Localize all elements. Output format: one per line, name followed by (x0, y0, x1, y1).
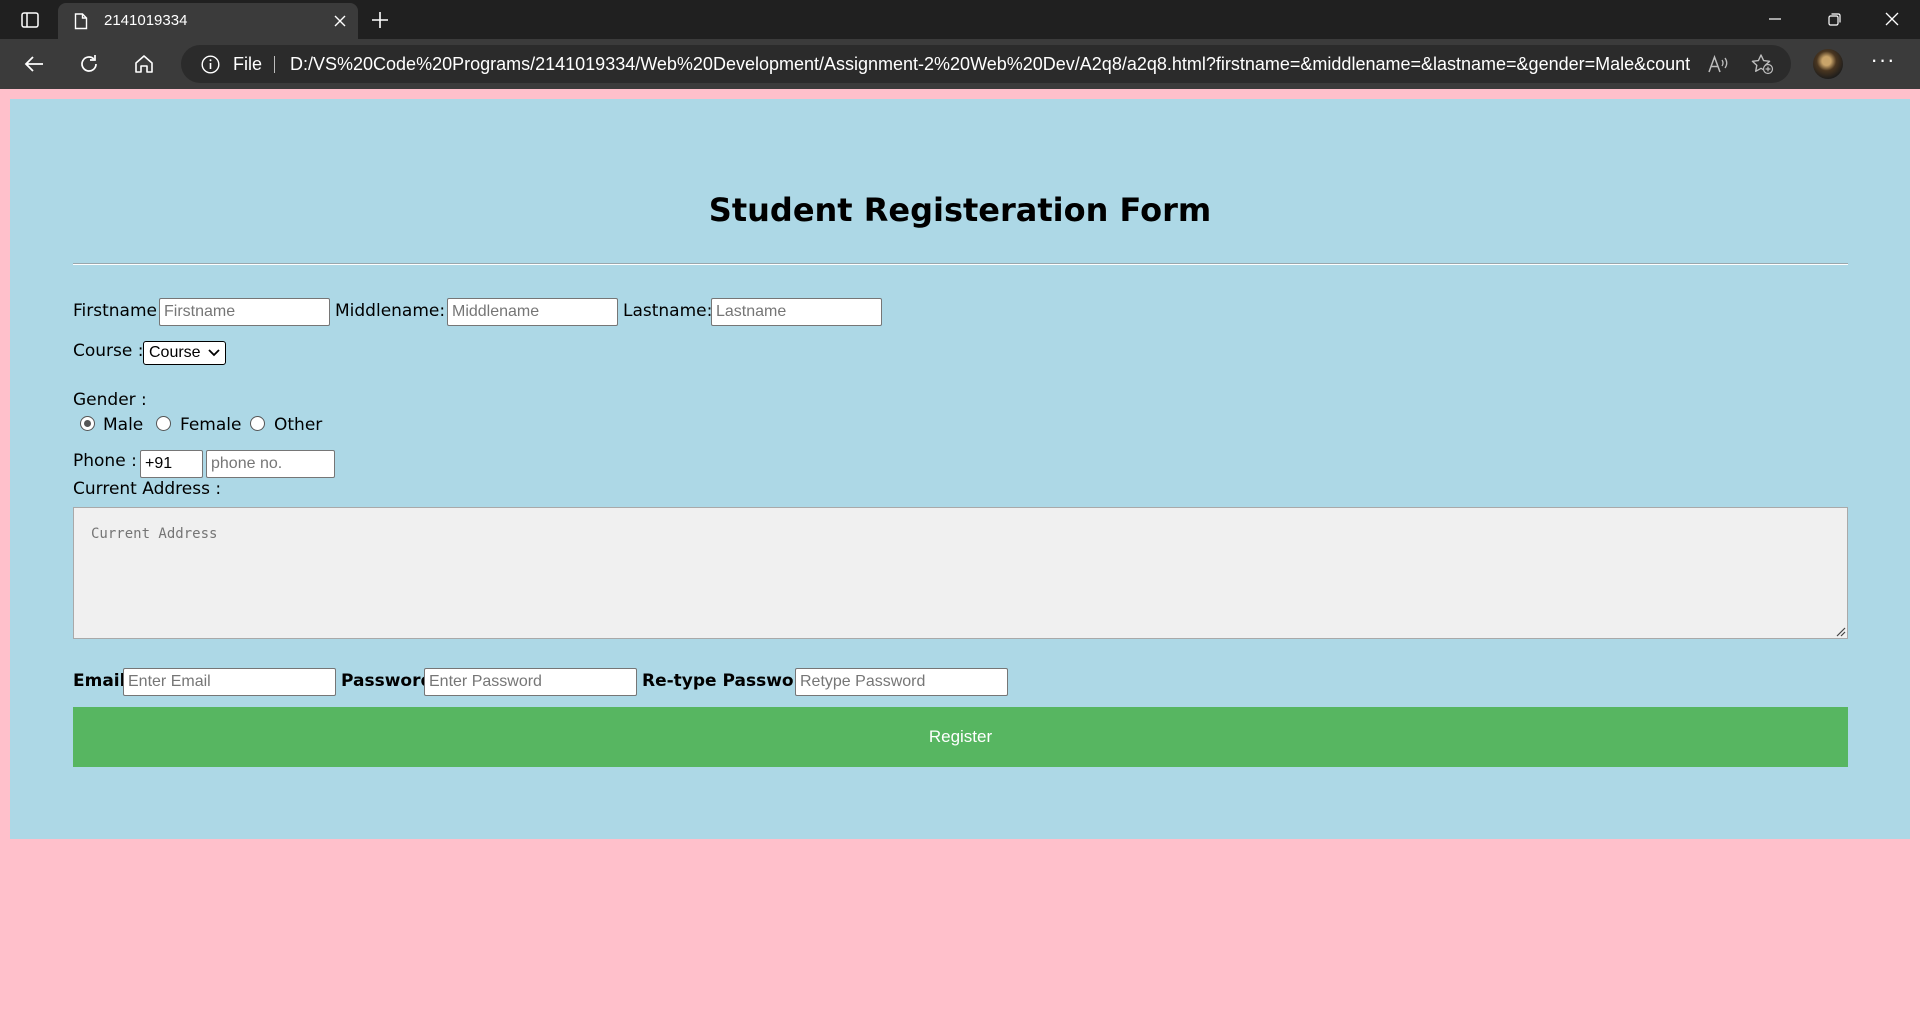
email-label: Email (73, 671, 126, 691)
address-url[interactable]: D:/VS%20Code%20Programs/2141019334/Web%2… (290, 54, 1690, 75)
email-input[interactable] (123, 668, 336, 696)
add-favorite-icon[interactable] (1750, 53, 1774, 75)
document-icon (74, 13, 88, 30)
phone-code-input[interactable] (140, 450, 203, 478)
register-button[interactable]: Register (73, 707, 1848, 767)
course-select[interactable]: Course (143, 341, 226, 365)
gender-option-other: Other (274, 415, 323, 435)
registration-form: Student Registeration Form Firstname: Mi… (10, 99, 1910, 839)
refresh-button[interactable] (73, 48, 105, 80)
address-bar[interactable]: File D:/VS%20Code%20Programs/2141019334/… (181, 45, 1791, 83)
firstname-input[interactable] (159, 298, 330, 326)
home-button[interactable] (128, 48, 160, 80)
gender-label: Gender : (73, 390, 147, 410)
gender-radio-female[interactable] (156, 416, 171, 431)
close-window-button[interactable] (1877, 6, 1907, 32)
browser-toolbar: File D:/VS%20Code%20Programs/2141019334/… (0, 39, 1920, 89)
address-textarea[interactable] (73, 507, 1848, 639)
more-icon[interactable]: ··· (1868, 49, 1898, 75)
tab-close-button[interactable] (330, 11, 350, 31)
course-label: Course : (73, 341, 144, 361)
minimize-icon (1769, 18, 1781, 20)
back-arrow-icon (24, 56, 43, 72)
form-title: Student Registeration Form (708, 191, 1212, 229)
minimize-button[interactable] (1760, 6, 1790, 32)
new-tab-button[interactable] (366, 8, 394, 32)
lastname-label: Lastname: (623, 301, 713, 321)
refresh-icon (81, 55, 97, 72)
resize-grip-icon[interactable] (1835, 626, 1846, 637)
phone-number-input[interactable] (206, 450, 335, 478)
tab-actions-icon (21, 12, 39, 28)
address-scheme-label: File (233, 54, 263, 74)
retype-password-input[interactable] (795, 668, 1008, 696)
tab-actions-button[interactable] (16, 8, 44, 32)
active-tab[interactable]: 2141019334 (58, 3, 358, 39)
middlename-label: Middlename: (335, 301, 446, 321)
firstname-label: Firstname: (73, 301, 163, 321)
restore-button[interactable] (1819, 6, 1849, 32)
password-input[interactable] (424, 668, 637, 696)
middlename-input[interactable] (447, 298, 618, 326)
home-icon (135, 55, 153, 73)
restore-icon (1827, 12, 1841, 26)
gender-radio-male[interactable] (80, 416, 95, 431)
course-selected-value: Course (149, 344, 201, 361)
close-window-icon (1885, 12, 1899, 26)
gender-option-female: Female (180, 415, 242, 435)
chevron-down-icon (208, 349, 220, 357)
plus-icon (372, 12, 388, 28)
back-button[interactable] (18, 48, 50, 80)
read-aloud-icon[interactable] (1707, 54, 1729, 74)
close-icon (334, 15, 346, 27)
tab-title: 2141019334 (104, 12, 188, 29)
address-label: Current Address : (73, 479, 222, 499)
gender-option-male: Male (103, 415, 144, 435)
title-divider (73, 263, 1848, 265)
profile-avatar[interactable] (1813, 49, 1843, 79)
phone-label: Phone : (73, 451, 137, 471)
gender-radio-other[interactable] (250, 416, 265, 431)
retype-password-label: Re-type Password (642, 671, 815, 691)
tab-strip: 2141019334 (0, 0, 1920, 39)
info-icon[interactable] (201, 55, 220, 74)
address-separator (274, 56, 275, 73)
password-label: Password (341, 671, 433, 691)
lastname-input[interactable] (711, 298, 882, 326)
